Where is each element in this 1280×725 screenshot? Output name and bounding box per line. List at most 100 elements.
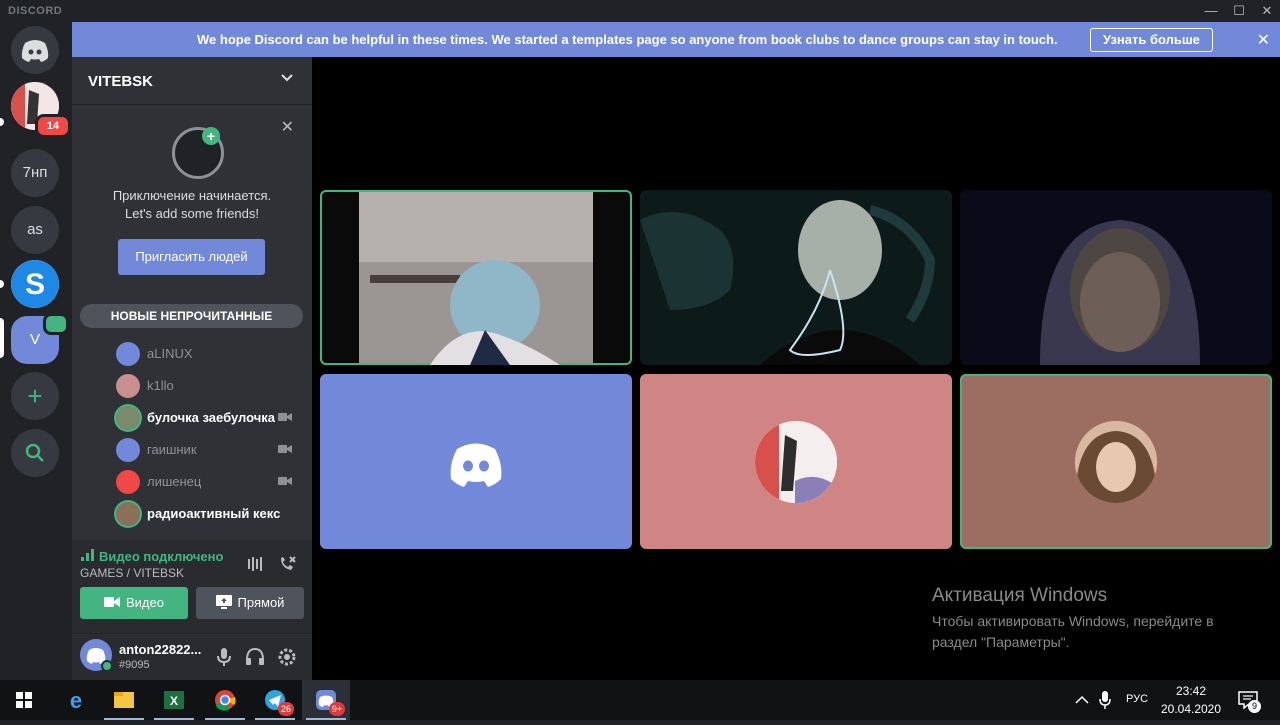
- voice-user[interactable]: радиоактивный кекс: [116, 501, 306, 527]
- avatar-photo-image: [1075, 420, 1157, 503]
- home-button[interactable]: [11, 26, 59, 74]
- chrome-icon: [215, 690, 236, 711]
- headphones-icon[interactable]: [244, 646, 266, 668]
- voice-user-name: булочка заебулочка: [147, 410, 276, 425]
- avatar: [116, 438, 140, 462]
- participant-avatar: [435, 420, 517, 503]
- screen-share-icon: [215, 595, 232, 609]
- video-button-label: Видео: [126, 595, 164, 610]
- welcome-card: ✕ + Приключение начинается. Let's add so…: [72, 115, 312, 295]
- s-logo-icon: S: [11, 260, 59, 308]
- svg-text:S: S: [25, 268, 45, 301]
- notice-banner: We hope Discord can be helpful in these …: [72, 22, 1280, 57]
- go-live-button[interactable]: Прямой: [196, 587, 304, 619]
- microphone-tray-icon[interactable]: [1098, 690, 1112, 710]
- notice-text: We hope Discord can be helpful in these …: [197, 32, 1058, 47]
- signal-icon: [81, 549, 94, 561]
- voice-user-name: радиоактивный кекс: [147, 506, 281, 521]
- webcam-feed-image: [960, 190, 1272, 365]
- chrome-app[interactable]: [201, 680, 249, 720]
- microphone-icon[interactable]: [213, 646, 235, 668]
- unread-pill-indicator: [0, 118, 4, 126]
- voice-user[interactable]: k1llo: [116, 373, 306, 399]
- close-window-button[interactable]: ✕: [1252, 0, 1280, 22]
- discord-unread-badge: 9+: [329, 702, 345, 716]
- voice-user[interactable]: лишенец: [116, 469, 306, 495]
- discord-home-icon: [21, 40, 49, 62]
- server-s[interactable]: S: [11, 260, 59, 308]
- video-camera-icon: [104, 597, 120, 607]
- webcam-feed-image: [640, 190, 952, 365]
- voice-user[interactable]: булочка заебулочка: [116, 405, 306, 431]
- excel-icon: X: [164, 691, 184, 709]
- telegram-app[interactable]: 26: [251, 680, 299, 720]
- explorer-app[interactable]: [100, 680, 148, 720]
- discord-app[interactable]: 9+: [302, 680, 350, 720]
- avatar-art-image: [755, 420, 837, 503]
- start-button[interactable]: [0, 680, 48, 720]
- gear-icon[interactable]: [276, 646, 298, 668]
- plus-icon: +: [202, 127, 220, 145]
- welcome-subtext: Let's add some friends!: [125, 206, 259, 221]
- camera-icon: [278, 413, 292, 421]
- explore-servers-button[interactable]: [11, 429, 59, 477]
- voice-user[interactable]: aLINUX: [116, 341, 306, 367]
- voice-channel-name[interactable]: GAMES / VITEBSK: [80, 566, 184, 580]
- noise-suppression-icon[interactable]: [246, 554, 266, 574]
- voice-user-name: гаишник: [147, 442, 197, 457]
- user-panel: anton22822... #9095: [72, 634, 312, 680]
- server-7np[interactable]: 7нп: [11, 149, 59, 197]
- video-live-icon: [43, 313, 69, 335]
- online-status-icon: [101, 660, 113, 672]
- video-tile[interactable]: [960, 374, 1272, 549]
- title-bar: DISCORD — ☐ ✕: [0, 0, 1280, 22]
- avatar: [116, 374, 140, 398]
- search-icon: [25, 443, 44, 462]
- excel-app[interactable]: X: [150, 680, 198, 720]
- learn-more-button[interactable]: Узнать больше: [1090, 28, 1213, 52]
- chevron-up-icon[interactable]: [1074, 692, 1090, 708]
- guild-header[interactable]: VITEBSK: [72, 57, 312, 105]
- voice-status: Видео подключено: [99, 549, 224, 564]
- new-unreads-pill[interactable]: НОВЫЕ НЕПРОЧИТАННЫЕ: [80, 304, 303, 328]
- minimize-button[interactable]: —: [1196, 0, 1226, 22]
- windows-start-icon: [16, 692, 32, 708]
- camera-icon: [278, 445, 292, 453]
- notification-count-badge: 9: [1248, 700, 1261, 713]
- guild-name: VITEBSK: [88, 73, 154, 90]
- notice-close-icon[interactable]: ✕: [1257, 30, 1270, 50]
- welcome-heading: Приключение начинается.: [112, 188, 272, 203]
- video-tile[interactable]: [960, 190, 1272, 365]
- voice-user-name: k1llo: [147, 378, 174, 393]
- windows-activation-title: Активация Windows: [932, 585, 1108, 606]
- disconnect-icon[interactable]: [277, 554, 297, 574]
- add-server-button[interactable]: +: [11, 372, 59, 420]
- welcome-close-icon[interactable]: ✕: [281, 117, 294, 137]
- clock-date[interactable]: 20.04.2020: [1160, 702, 1222, 716]
- invite-people-button[interactable]: Пригласить людей: [118, 239, 265, 275]
- participant-avatar: [755, 420, 837, 503]
- camera-icon: [278, 477, 292, 485]
- voice-user-name: aLINUX: [147, 346, 193, 361]
- voice-user-name: лишенец: [147, 474, 202, 489]
- avatar: [116, 342, 140, 366]
- clock-time[interactable]: 23:42: [1160, 684, 1222, 698]
- windows-activation-line: Чтобы активировать Windows, перейдите в: [932, 613, 1214, 629]
- video-button[interactable]: Видео: [80, 587, 188, 619]
- video-tile[interactable]: [320, 190, 632, 365]
- language-indicator[interactable]: РУС: [1126, 693, 1148, 705]
- server-as[interactable]: as: [11, 206, 59, 254]
- discord-window: DISCORD — ☐ ✕ 14 7нп as S V + We hope Di…: [0, 0, 1280, 680]
- edge-icon: e: [70, 688, 82, 713]
- notifications-button[interactable]: 9: [1236, 688, 1261, 713]
- file-explorer-icon: [114, 692, 134, 708]
- video-tile[interactable]: [640, 190, 952, 365]
- edge-app[interactable]: e: [52, 680, 100, 720]
- avatar: [116, 406, 140, 430]
- video-tile[interactable]: [640, 374, 952, 549]
- server-rail: 14 7нп as S V +: [0, 22, 72, 680]
- discord-avatar-icon: [450, 443, 502, 487]
- voice-user[interactable]: гаишник: [116, 437, 306, 463]
- video-tile[interactable]: [320, 374, 632, 549]
- maximize-button[interactable]: ☐: [1224, 0, 1254, 22]
